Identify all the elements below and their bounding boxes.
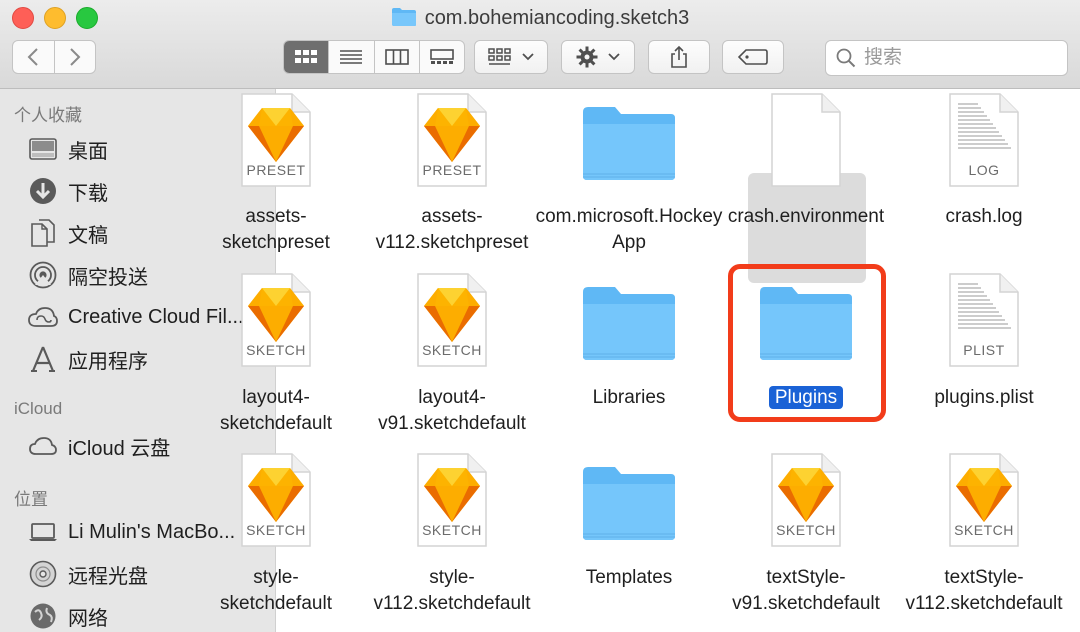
window-toolbar: com.bohemiancoding.sketch3 (0, 0, 1080, 89)
group-grid-icon (488, 48, 511, 65)
back-forward-control (12, 40, 96, 74)
search-icon (836, 48, 856, 68)
file-name: style- v112.sketchdefault (373, 567, 531, 614)
sidebar-item-label: 文稿 (68, 224, 108, 247)
list-view-button[interactable] (329, 41, 375, 73)
gallery-icon (430, 49, 454, 64)
creative-cloud-icon (28, 302, 58, 332)
grid-icon (295, 50, 318, 63)
folder-icon (391, 7, 417, 34)
documents-icon (28, 218, 58, 248)
blank-file-icon (718, 92, 894, 192)
column-view-button[interactable] (375, 41, 420, 73)
file-name: Libraries (592, 387, 666, 408)
sketch-file-icon: SKETCH (718, 452, 894, 552)
sidebar-item-label: 下载 (68, 182, 108, 205)
sidebar-item-label: iCloud 云盘 (68, 437, 171, 460)
group-by-button[interactable] (474, 40, 548, 74)
file-extension-badge: SKETCH (954, 522, 1014, 538)
file-extension-badge: PLIST (963, 342, 1005, 358)
file-extension-badge: SKETCH (422, 522, 482, 538)
remote-disc-icon (28, 559, 58, 589)
back-button[interactable] (13, 41, 55, 73)
file-extension-badge: SKETCH (422, 342, 482, 358)
folder-icon (541, 272, 717, 384)
icloud-icon (28, 431, 58, 461)
file-extension-badge: PRESET (246, 162, 306, 178)
chevron-down-icon (522, 53, 534, 61)
file-name: Plugins (712, 385, 900, 411)
action-menu-button[interactable] (561, 40, 635, 74)
tag-icon (738, 49, 768, 65)
sidebar-section-icloud: iCloud (14, 399, 63, 418)
file-name: assets- v112.sketchpreset (375, 206, 529, 253)
chevron-right-icon (70, 48, 81, 66)
file-name: plugins.plist (934, 387, 1034, 408)
forward-button[interactable] (55, 41, 96, 73)
file-name: textStyle- v112.sketchdefault (905, 567, 1063, 614)
file-name: assets- sketchpreset (222, 206, 330, 253)
sketch-file-icon: SKETCH (364, 452, 540, 552)
file-extension-badge: PRESET (422, 162, 482, 178)
laptop-icon (28, 517, 58, 547)
sidebar-item-label: 桌面 (68, 140, 108, 163)
search-input[interactable] (862, 46, 1056, 70)
sketch-file-icon: PRESET (188, 92, 364, 192)
sketch-file-icon: SKETCH (896, 452, 1072, 552)
list-icon (340, 50, 363, 64)
gear-icon (576, 46, 598, 68)
chevron-left-icon (27, 48, 38, 66)
file-name: textStyle- v91.sketchdefault (732, 567, 880, 614)
file-name: crash.environment (727, 206, 885, 227)
file-name: com.microsoft.HockeyApp (535, 206, 723, 253)
file-name: crash.log (945, 206, 1023, 227)
sidebar-item-label: 隔空投送 (68, 266, 148, 289)
download-icon (28, 176, 58, 206)
edit-tags-button[interactable] (722, 40, 784, 74)
file-name: layout4- sketchdefault (220, 387, 332, 434)
search-field[interactable] (825, 40, 1068, 76)
sketch-file-icon: SKETCH (188, 452, 364, 552)
desktop-icon (28, 134, 58, 164)
sidebar-section-locations: 位置 (14, 490, 48, 509)
icon-view-button[interactable] (284, 41, 330, 73)
sketch-file-icon: SKETCH (364, 272, 540, 372)
text-file-icon: LOG (896, 92, 1072, 192)
folder-icon (541, 92, 717, 204)
sketch-file-icon: SKETCH (188, 272, 364, 372)
file-extension-badge: SKETCH (246, 342, 306, 358)
folder-icon (718, 272, 894, 384)
file-name: Templates (585, 567, 673, 588)
window-title-text: com.bohemiancoding.sketch3 (424, 7, 690, 29)
file-extension-badge: LOG (968, 162, 1000, 178)
applications-icon (28, 344, 58, 374)
sidebar-item-label: 网络 (68, 607, 108, 630)
file-name: style- sketchdefault (220, 567, 332, 614)
file-extension-badge: SKETCH (246, 522, 306, 538)
view-mode-control (283, 40, 465, 74)
folder-icon (541, 452, 717, 564)
sidebar-item-label: 应用程序 (68, 350, 148, 373)
sketch-file-icon: PRESET (364, 92, 540, 192)
gallery-view-button[interactable] (420, 41, 464, 73)
sidebar-item-label: 远程光盘 (68, 565, 148, 588)
columns-icon (384, 49, 409, 65)
sidebar-section-favorites: 个人收藏 (14, 106, 82, 125)
file-extension-badge: SKETCH (776, 522, 836, 538)
share-icon (671, 45, 687, 68)
window-title: com.bohemiancoding.sketch3 (0, 5, 1080, 34)
chevron-down-icon (608, 53, 620, 61)
share-button[interactable] (648, 40, 710, 74)
airdrop-icon (28, 260, 58, 290)
file-name: layout4- v91.sketchdefault (378, 387, 526, 434)
text-file-icon: PLIST (896, 272, 1072, 372)
network-icon (28, 601, 58, 631)
